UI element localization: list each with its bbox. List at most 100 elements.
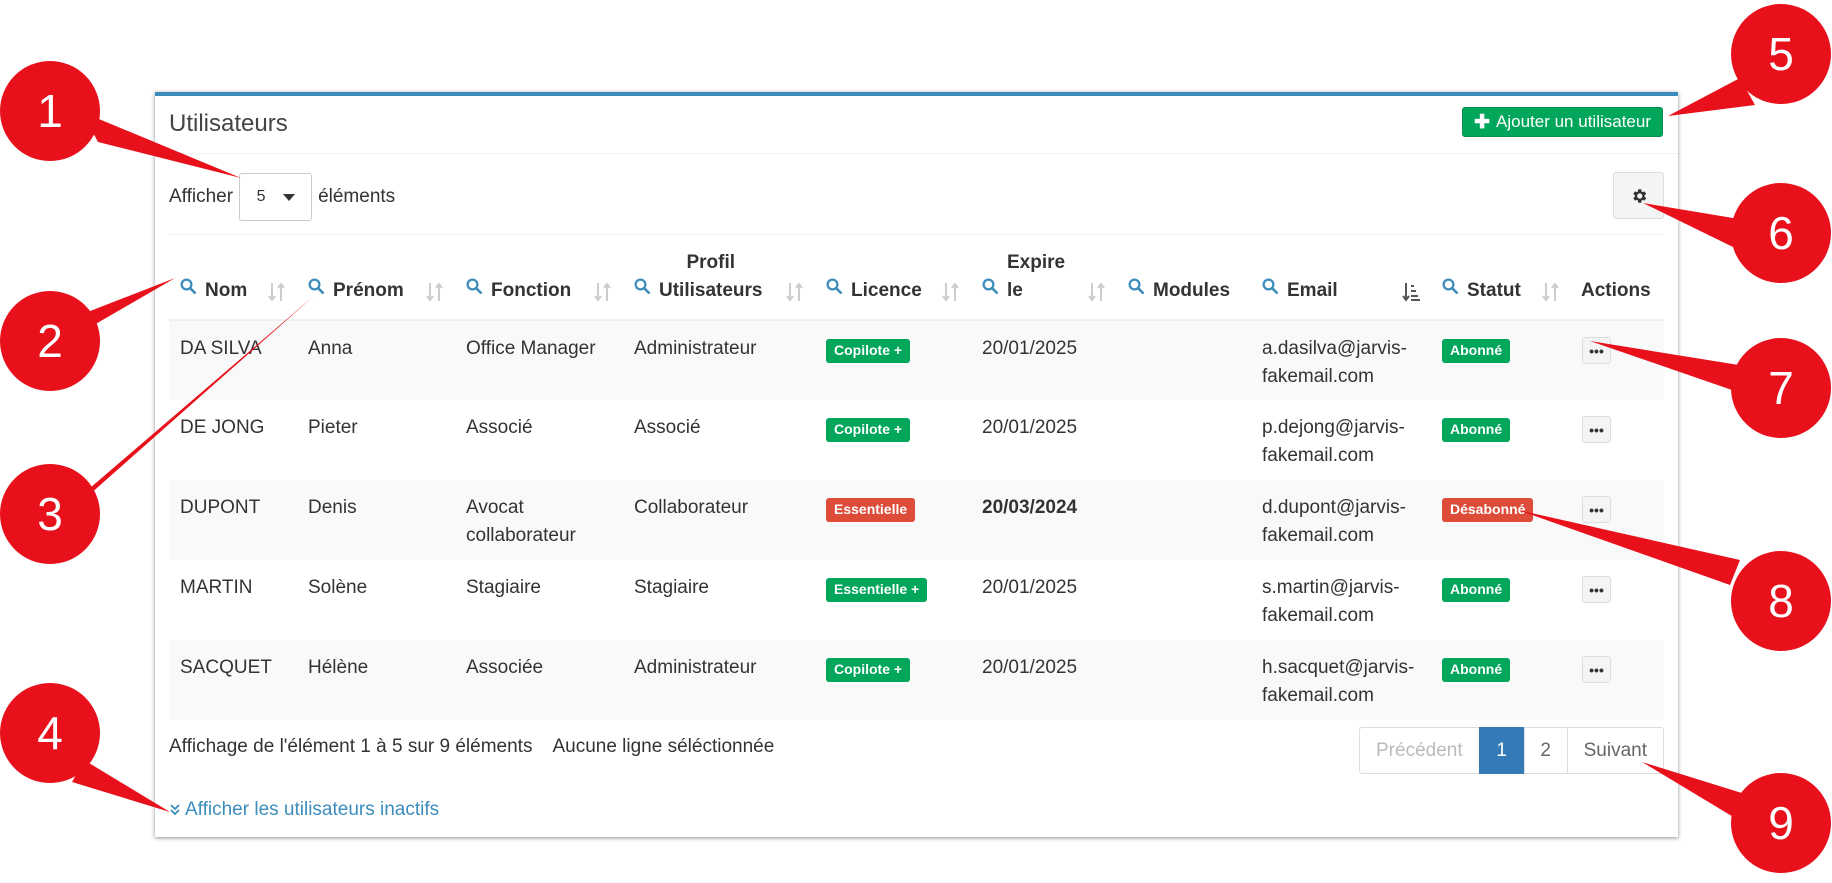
row-actions-button[interactable]: ••• — [1582, 656, 1611, 683]
table-row[interactable]: DE JONG Pieter Associé Associé Copilote + 20/… — [169, 400, 1664, 480]
column-label: Statut — [1467, 277, 1521, 305]
cell-text: Denis — [308, 497, 357, 518]
cell-statut: Abonné — [1431, 640, 1571, 720]
page-length-select[interactable]: 5 — [239, 173, 313, 221]
sort-icon[interactable] — [593, 281, 613, 303]
cell-profil: Associé — [623, 400, 815, 480]
cell-text: Administrateur — [634, 338, 757, 359]
sort-icon[interactable] — [1087, 281, 1107, 303]
cell-fonction: Office Manager — [455, 320, 623, 400]
cell-text: Stagiaire — [466, 577, 541, 598]
caret-down-icon — [282, 193, 295, 201]
sort-icon[interactable] — [785, 281, 805, 303]
cell-nom: DUPONT — [169, 480, 297, 560]
cell-statut: Abonné — [1431, 400, 1571, 480]
search-icon[interactable] — [1441, 277, 1459, 301]
column-label: Fonction — [491, 277, 571, 305]
table-info-range: Affichage de l'élément 1 à 5 sur 9 éléme… — [169, 736, 533, 757]
pagination-next[interactable]: Suivant — [1566, 727, 1664, 774]
cell-text: h.sacquet@jarvis- — [1262, 657, 1415, 678]
column-header-0[interactable]: Nom — [169, 236, 297, 321]
licence-badge: Copilote + — [826, 339, 911, 363]
separator — [169, 234, 1664, 235]
column-settings-button[interactable] — [1613, 172, 1664, 219]
column-header-4[interactable]: Licence — [815, 236, 971, 321]
table-row[interactable]: SACQUET Hélène Associée Administrateur Copil… — [169, 640, 1664, 720]
cell-modules — [1117, 640, 1251, 720]
cell-prenom: Pieter — [297, 400, 455, 480]
cell-actions: ••• — [1571, 400, 1664, 480]
table-row[interactable]: MARTIN Solène Stagiaire Stagiaire Essentiell… — [169, 560, 1664, 640]
column-header-8[interactable]: Statut — [1431, 236, 1571, 321]
pagination: Précédent 1 2 Suivant — [1359, 727, 1664, 774]
row-actions-button[interactable]: ••• — [1582, 416, 1611, 443]
column-label: Email — [1287, 277, 1338, 305]
cell-expire: 20/03/2024 — [971, 480, 1117, 560]
column-label-text: Actions — [1581, 280, 1651, 301]
column-header-7[interactable]: Email — [1251, 236, 1431, 321]
cell-text: SACQUET — [180, 657, 272, 678]
sort-icon[interactable] — [267, 281, 287, 303]
callout-marker-3 — [0, 464, 100, 564]
cell-text: fakemail.com — [1262, 366, 1374, 387]
search-icon[interactable] — [179, 277, 197, 301]
status-badge: Abonné — [1442, 578, 1511, 602]
cell-statut: Abonné — [1431, 560, 1571, 640]
pagination-previous[interactable]: Précédent — [1359, 727, 1480, 774]
search-icon[interactable] — [981, 277, 999, 301]
cell-email: d.dupont@jarvis-fakemail.com — [1251, 480, 1431, 560]
show-inactive-users-label: Afficher les utilisateurs inactifs — [185, 799, 440, 820]
search-icon[interactable] — [465, 277, 483, 301]
cell-text: MARTIN — [180, 577, 253, 598]
search-icon[interactable] — [633, 277, 651, 301]
status-badge: Abonné — [1442, 418, 1511, 442]
search-icon[interactable] — [1127, 277, 1145, 301]
cell-text: 20/01/2025 — [982, 338, 1078, 359]
table-row[interactable]: DA SILVA Anna Office Manager Administrateur… — [169, 320, 1664, 400]
pagination-page-2[interactable]: 2 — [1523, 727, 1568, 774]
callout-number-4: 4 — [37, 707, 63, 759]
cell-text: Hélène — [308, 657, 369, 678]
column-header-6[interactable]: Modules — [1117, 236, 1251, 321]
cell-actions: ••• — [1571, 560, 1664, 640]
cell-modules — [1117, 480, 1251, 560]
column-header-3[interactable]: Profil Utilisateurs — [623, 236, 815, 321]
row-actions-button[interactable]: ••• — [1582, 496, 1611, 523]
cell-expire: 20/01/2025 — [971, 640, 1117, 720]
cell-fonction: Associé — [455, 400, 623, 480]
sort-desc-icon[interactable] — [1401, 281, 1421, 303]
column-header-1[interactable]: Prénom — [297, 236, 455, 321]
page-title: Utilisateurs — [169, 110, 288, 137]
sort-icon[interactable] — [1541, 281, 1561, 303]
column-label: Prénom — [333, 277, 404, 305]
licence-badge: Essentielle — [826, 498, 916, 522]
table-body: DA SILVA Anna Office Manager Administrateur… — [169, 320, 1664, 720]
status-badge: Abonné — [1442, 658, 1511, 682]
row-actions-button[interactable]: ••• — [1582, 337, 1611, 364]
cell-nom: DA SILVA — [169, 320, 297, 400]
row-actions-button[interactable]: ••• — [1582, 576, 1611, 603]
cell-text: Associée — [466, 657, 544, 678]
cell-text: s.martin@jarvis- — [1262, 577, 1400, 598]
panel-header: Utilisateurs ✚ Ajouter un utilisateur — [155, 96, 1678, 154]
pagination-page-1[interactable]: 1 — [1478, 727, 1525, 774]
column-label-line1: Profil — [686, 252, 736, 273]
sort-icon[interactable] — [425, 281, 445, 303]
cell-fonction: Stagiaire — [455, 560, 623, 640]
cell-nom: SACQUET — [169, 640, 297, 720]
column-label-text: Modules — [1153, 280, 1231, 301]
table-header: Nom Prénom Fonction Profil Utilisateurs Licen… — [169, 236, 1664, 321]
cell-expire: 20/01/2025 — [971, 560, 1117, 640]
cell-text: DUPONT — [180, 497, 261, 518]
search-icon[interactable] — [307, 277, 325, 301]
search-icon[interactable] — [1261, 277, 1279, 301]
show-inactive-users-link[interactable]: Afficher les utilisateurs inactifs — [169, 799, 439, 821]
cell-actions: ••• — [1571, 320, 1664, 400]
column-header-2[interactable]: Fonction — [455, 236, 623, 321]
column-header-5[interactable]: Expire le — [971, 236, 1117, 321]
add-user-button[interactable]: ✚ Ajouter un utilisateur — [1462, 107, 1663, 137]
search-icon[interactable] — [825, 277, 843, 301]
column-header-9[interactable]: Actions — [1571, 236, 1664, 321]
sort-icon[interactable] — [941, 281, 961, 303]
table-row[interactable]: DUPONT Denis Avocat collaborateur Collaborat… — [169, 480, 1664, 560]
